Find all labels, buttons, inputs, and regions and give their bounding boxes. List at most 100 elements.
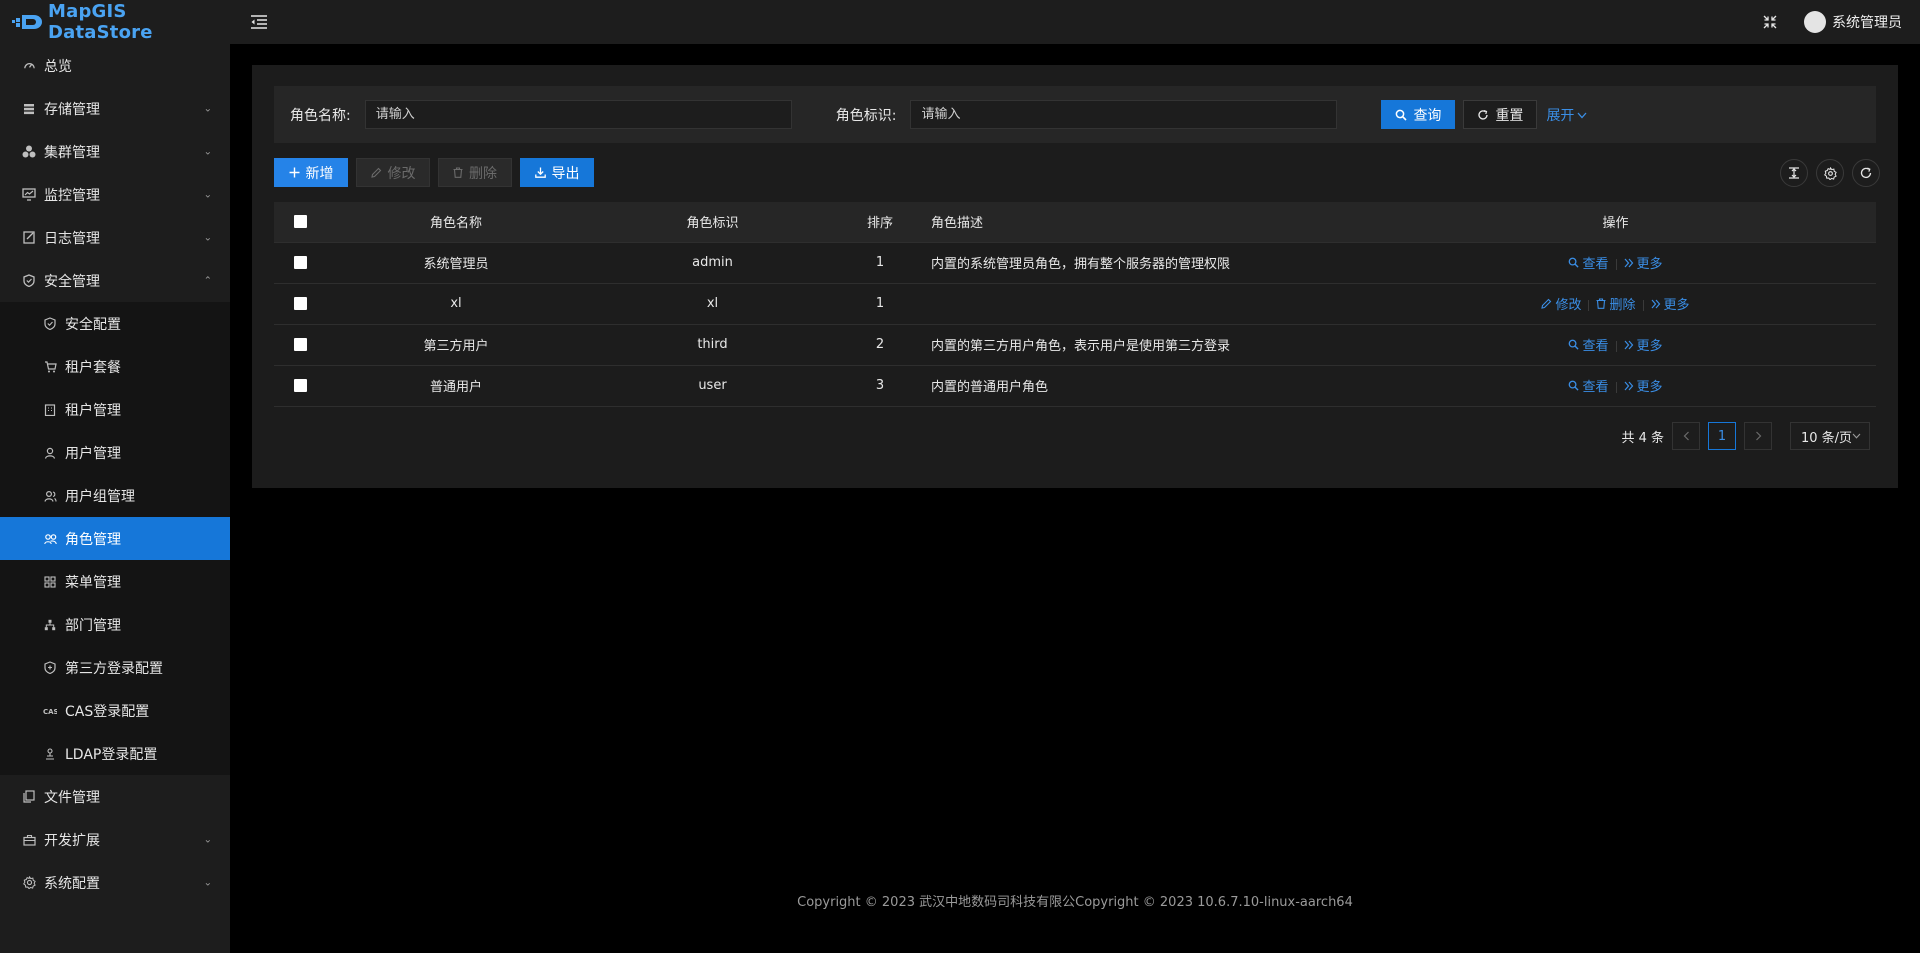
table-row[interactable]: 系统管理员 admin 1 内置的系统管理员角色，拥有整个服务器的管理权限 查看…: [274, 242, 1876, 284]
sidebar-item-storage[interactable]: 存储管理 ⌄: [0, 87, 230, 130]
sidebar-item-log[interactable]: 日志管理 ⌄: [0, 216, 230, 259]
chevron-down-icon: ⌄: [203, 103, 212, 114]
sidebar-item-security-config[interactable]: 安全配置: [0, 302, 230, 345]
expand-link[interactable]: 展开: [1546, 105, 1587, 125]
user-group-icon: [43, 489, 57, 503]
plus-icon: [289, 167, 300, 178]
sidebar-item-cluster[interactable]: 集群管理 ⌄: [0, 130, 230, 173]
total-count: 共 4 条: [1621, 430, 1664, 446]
sidebar-item-third-party-login[interactable]: 第三方登录配置: [0, 646, 230, 689]
sidebar-item-tenant-package[interactable]: 租户套餐: [0, 345, 230, 388]
sidebar-item-label: 集群管理: [44, 144, 100, 161]
row-checkbox[interactable]: [293, 338, 307, 351]
search-icon: [1568, 380, 1580, 391]
sidebar-item-label: 开发扩展: [44, 832, 100, 849]
page-size-select[interactable]: 10 条/页: [1790, 422, 1870, 450]
chevron-down-icon: ⌄: [203, 189, 212, 200]
username[interactable]: 系统管理员: [1832, 12, 1902, 32]
prev-page-button[interactable]: [1672, 422, 1700, 450]
role-key-cell: user: [586, 365, 839, 407]
column-header[interactable]: 角色标识: [586, 202, 839, 243]
sidebar-item-menu-manage[interactable]: 菜单管理: [0, 560, 230, 603]
page-number-button[interactable]: 1: [1708, 422, 1736, 450]
column-header[interactable]: 排序: [839, 202, 921, 243]
pagination: 共 4 条 1 10 条/页: [1621, 422, 1870, 450]
app-logo[interactable]: MapGIS DataStore: [0, 0, 230, 44]
row-checkbox[interactable]: [293, 256, 307, 269]
sidebar-item-dev-extension[interactable]: 开发扩展 ⌄: [0, 818, 230, 861]
view-link[interactable]: 查看: [1568, 376, 1609, 395]
more-link-label: 更多: [1636, 380, 1663, 396]
sidebar-item-user-group[interactable]: 用户组管理: [0, 474, 230, 517]
sidebar-item-file[interactable]: 文件管理: [0, 775, 230, 818]
sidebar-item-system-config[interactable]: 系统配置 ⌄: [0, 861, 230, 904]
user-icon: [43, 446, 57, 460]
delete-link[interactable]: 删除: [1596, 294, 1636, 313]
sidebar-item-dept-manage[interactable]: 部门管理: [0, 603, 230, 646]
avatar[interactable]: [1804, 11, 1826, 33]
sidebar-item-label: 日志管理: [44, 230, 100, 247]
sidebar-item-tenant-manage[interactable]: 租户管理: [0, 388, 230, 431]
monitor-icon: [22, 188, 36, 202]
cluster-icon: [22, 145, 36, 159]
org-tree-icon: [43, 618, 57, 632]
export-button[interactable]: 导出: [520, 158, 594, 187]
view-link[interactable]: 查看: [1568, 335, 1609, 354]
settings-icon[interactable]: [1816, 159, 1844, 187]
fullscreen-exit-icon[interactable]: [1762, 14, 1778, 30]
row-checkbox[interactable]: [293, 297, 307, 310]
sidebar-toggle-icon[interactable]: [250, 14, 268, 30]
description-cell: 内置的系统管理员角色，拥有整个服务器的管理权限: [921, 242, 1355, 284]
sidebar-item-ldap-login[interactable]: LDAP登录配置: [0, 732, 230, 775]
table-toolbar: 新增 修改 删除 导出: [274, 158, 594, 187]
role-name-cell: xl: [326, 283, 586, 325]
column-header[interactable]: 角色名称: [326, 202, 586, 243]
reload-icon[interactable]: [1852, 159, 1880, 187]
query-button[interactable]: 查询: [1381, 100, 1456, 129]
density-icon[interactable]: [1780, 159, 1808, 187]
view-link[interactable]: 查看: [1568, 253, 1609, 272]
role-name-label: 角色名称:: [290, 107, 351, 124]
role-key-input[interactable]: [910, 100, 1338, 129]
edit-button[interactable]: 修改: [356, 158, 430, 187]
sidebar-item-overview[interactable]: 总览: [0, 44, 230, 87]
double-chevron-right-icon: [1624, 340, 1634, 350]
table-row[interactable]: 普通用户 user 3 内置的普通用户角色 查看 更多: [274, 365, 1876, 407]
sidebar-item-role-manage[interactable]: 角色管理: [0, 517, 230, 560]
svg-text:CAS: CAS: [43, 708, 57, 716]
sidebar-item-monitor[interactable]: 监控管理 ⌄: [0, 173, 230, 216]
table-row[interactable]: 第三方用户 third 2 内置的第三方用户角色，表示用户是使用第三方登录 查看…: [274, 324, 1876, 366]
sidebar-item-cas-login[interactable]: CAS CAS登录配置: [0, 689, 230, 732]
next-page-button[interactable]: [1744, 422, 1772, 450]
sort-cell: 2: [839, 324, 921, 366]
edit-link[interactable]: 修改: [1541, 294, 1581, 313]
select-all-checkbox[interactable]: [293, 215, 307, 229]
delete-button[interactable]: 删除: [438, 158, 512, 187]
double-chevron-right-icon: [1624, 258, 1634, 268]
reset-button[interactable]: 重置: [1463, 100, 1538, 129]
sidebar-item-label: LDAP登录配置: [65, 746, 158, 763]
more-link[interactable]: 更多: [1624, 376, 1663, 395]
search-form: 角色名称: 角色标识: 查询 重置 展开: [274, 86, 1876, 143]
edit-icon: [1541, 298, 1552, 309]
more-link[interactable]: 更多: [1624, 253, 1663, 272]
shield-icon: [22, 274, 36, 288]
refresh-icon: [1477, 109, 1489, 121]
table-row[interactable]: xl xl 1 修改 删除 更多: [274, 283, 1876, 325]
role-name-input[interactable]: [364, 100, 792, 129]
more-link[interactable]: 更多: [1624, 335, 1663, 354]
sidebar-item-security[interactable]: 安全管理 ⌃: [0, 259, 230, 302]
sort-cell: 3: [839, 365, 921, 407]
chevron-up-icon: ⌃: [203, 275, 212, 286]
more-link[interactable]: 更多: [1651, 294, 1690, 313]
row-checkbox[interactable]: [293, 379, 307, 392]
file-icon: [22, 790, 36, 804]
column-header[interactable]: 角色描述: [921, 202, 1355, 243]
query-button-label: 查询: [1413, 107, 1442, 124]
more-link-label: 更多: [1636, 257, 1663, 273]
reset-button-label: 重置: [1495, 107, 1524, 124]
add-button[interactable]: 新增: [274, 158, 348, 187]
sidebar-item-user-manage[interactable]: 用户管理: [0, 431, 230, 474]
search-icon: [1568, 339, 1580, 350]
role-name-cell: 第三方用户: [326, 324, 586, 366]
